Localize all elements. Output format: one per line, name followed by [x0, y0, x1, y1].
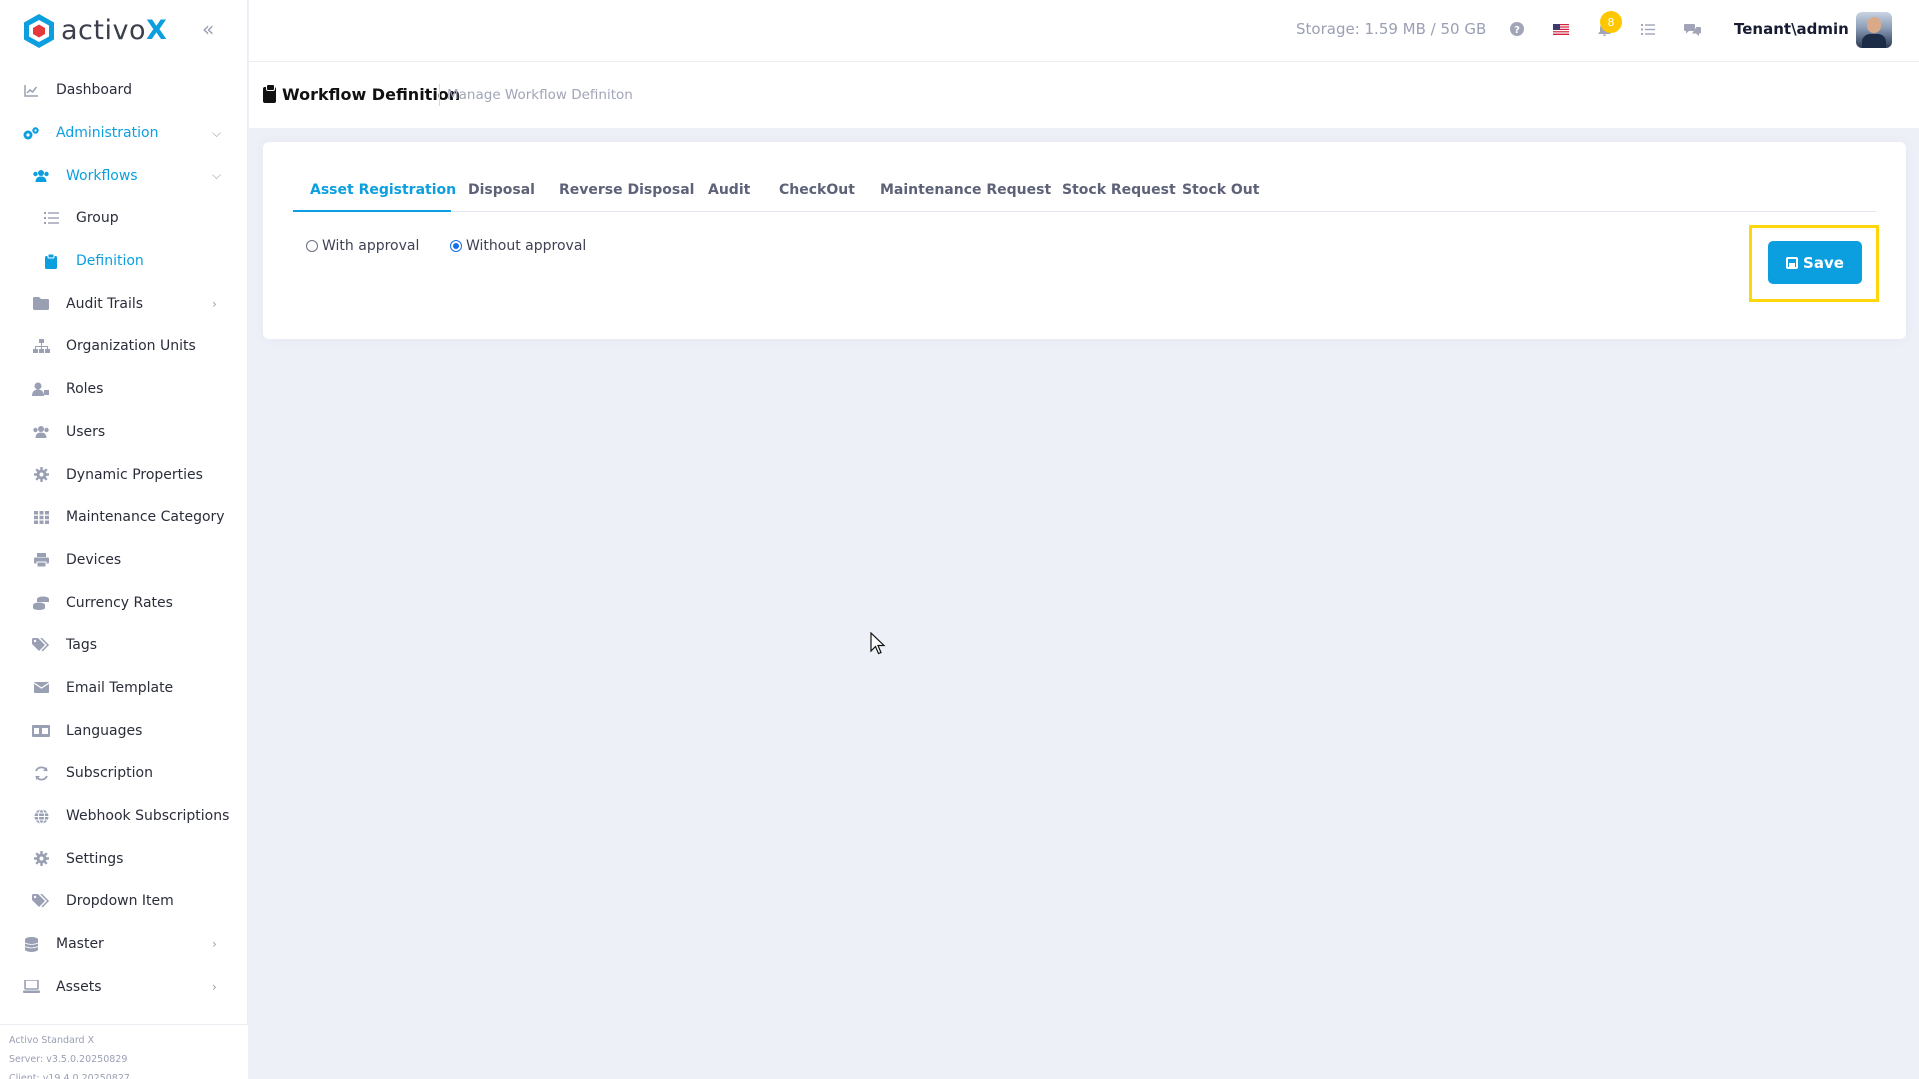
- sidebar-item-dynamic-properties[interactable]: Dynamic Properties: [0, 453, 247, 496]
- sidebar: activoX « Dashboard Administration ⌵ Wor…: [0, 0, 248, 1079]
- sidebar-item-administration[interactable]: Administration ⌵: [0, 112, 247, 155]
- floppy-disk-icon: [1786, 256, 1799, 269]
- sitemap-icon: [32, 338, 50, 354]
- sidebar-item-dropdown-item[interactable]: Dropdown Item: [0, 880, 247, 923]
- server-version: Server: v3.5.0.20250829: [9, 1054, 128, 1065]
- client-version: Client: v19.4.0.20250827: [9, 1073, 130, 1079]
- help-icon[interactable]: ?: [1506, 18, 1528, 40]
- tab-checkout[interactable]: CheckOut: [779, 170, 855, 212]
- brand-name: activoX: [61, 15, 168, 46]
- gears-icon: [22, 125, 40, 141]
- language-icon: [32, 723, 50, 739]
- tab-audit[interactable]: Audit: [708, 170, 750, 212]
- refresh-icon: [32, 765, 50, 781]
- sidebar-item-users[interactable]: Users: [0, 411, 247, 454]
- page-subtitle: Manage Workflow Definiton: [447, 87, 633, 103]
- sidebar-item-workflows[interactable]: Workflows ⌵: [0, 154, 247, 197]
- sidebar-item-master[interactable]: Master ›: [0, 923, 247, 966]
- globe-icon: [32, 808, 50, 824]
- grid-icon: [32, 509, 50, 525]
- envelope-icon: [32, 680, 50, 696]
- sidebar-item-email-template[interactable]: Email Template: [0, 667, 247, 710]
- folder-icon: [32, 296, 50, 312]
- page-title: Workflow Definition: [282, 85, 461, 104]
- printer-icon: [32, 552, 50, 568]
- with-approval-label: With approval: [322, 238, 420, 254]
- with-approval-radio[interactable]: [306, 240, 318, 252]
- gear-icon: [32, 851, 50, 867]
- tab-disposal[interactable]: Disposal: [468, 170, 535, 212]
- list-icon: [42, 210, 60, 226]
- top-header: Storage: 1.59 MB / 50 GB ? 8 Tenant\admi…: [249, 0, 1919, 62]
- avatar[interactable]: [1856, 12, 1892, 48]
- workflow-tabs: Asset Registration Disposal Reverse Disp…: [293, 170, 1876, 212]
- laptop-icon: [22, 979, 40, 995]
- task-list-icon[interactable]: [1637, 18, 1659, 40]
- chevron-right-icon: ›: [212, 937, 217, 952]
- chevron-right-icon: ›: [212, 979, 217, 994]
- notification-badge[interactable]: 8: [1600, 11, 1622, 33]
- chevron-down-icon: ⌵: [212, 125, 222, 140]
- without-approval-label: Without approval: [466, 238, 587, 254]
- gear-icon: [32, 467, 50, 483]
- chevron-right-icon: ›: [212, 296, 217, 311]
- save-button[interactable]: Save: [1768, 241, 1862, 284]
- current-user[interactable]: Tenant\admin: [1734, 20, 1849, 38]
- without-approval-radio[interactable]: [450, 240, 462, 252]
- chevron-down-icon: ⌵: [212, 168, 222, 183]
- clipboard-icon: [263, 84, 276, 103]
- sidebar-item-currency-rates[interactable]: Currency Rates: [0, 581, 247, 624]
- tab-asset-registration[interactable]: Asset Registration: [293, 170, 456, 212]
- storage-usage: Storage: 1.59 MB / 50 GB: [1296, 20, 1487, 38]
- brand[interactable]: activoX «: [0, 0, 247, 61]
- svg-text:?: ?: [1514, 25, 1520, 36]
- sidebar-item-webhook-subscriptions[interactable]: Webhook Subscriptions: [0, 795, 247, 838]
- version-info: Activo Standard X Server: v3.5.0.2025082…: [0, 1024, 248, 1079]
- workflow-definition-card: Asset Registration Disposal Reverse Disp…: [263, 142, 1906, 339]
- us-flag-icon[interactable]: [1550, 18, 1572, 40]
- sidebar-item-tags[interactable]: Tags: [0, 624, 247, 667]
- tab-stock-out[interactable]: Stock Out: [1182, 170, 1259, 212]
- user-tag-icon: [32, 381, 50, 397]
- sidebar-item-organization-units[interactable]: Organization Units: [0, 325, 247, 368]
- sidebar-item-languages[interactable]: Languages: [0, 709, 247, 752]
- sidebar-nav: Dashboard Administration ⌵ Workflows ⌵ G…: [0, 61, 247, 1008]
- tab-maintenance-request[interactable]: Maintenance Request: [880, 170, 1051, 212]
- chart-line-icon: [22, 82, 40, 98]
- title-separator: [439, 84, 440, 106]
- sidebar-item-roles[interactable]: Roles: [0, 368, 247, 411]
- activo-logo-icon: [24, 13, 54, 48]
- users-icon: [32, 168, 50, 184]
- without-approval-option[interactable]: Without approval: [450, 238, 586, 254]
- sidebar-item-maintenance-category[interactable]: Maintenance Category: [0, 496, 247, 539]
- tags-icon: [32, 893, 50, 909]
- database-icon: [22, 936, 40, 952]
- tab-reverse-disposal[interactable]: Reverse Disposal: [559, 170, 694, 212]
- sidebar-item-dashboard[interactable]: Dashboard: [0, 69, 247, 112]
- sidebar-item-subscription[interactable]: Subscription: [0, 752, 247, 795]
- sidebar-item-settings[interactable]: Settings: [0, 837, 247, 880]
- collapse-sidebar-icon[interactable]: «: [202, 18, 224, 40]
- save-label: Save: [1803, 253, 1844, 272]
- sidebar-item-definition[interactable]: Definition: [0, 240, 247, 283]
- coins-icon: [32, 595, 50, 611]
- sidebar-item-assets[interactable]: Assets ›: [0, 965, 247, 1008]
- clipboard-icon: [42, 253, 60, 269]
- sidebar-item-audit-trails[interactable]: Audit Trails ›: [0, 282, 247, 325]
- product-name: Activo Standard X: [9, 1035, 95, 1046]
- sidebar-item-group[interactable]: Group: [0, 197, 247, 240]
- with-approval-option[interactable]: With approval: [306, 238, 419, 254]
- sidebar-item-devices[interactable]: Devices: [0, 539, 247, 582]
- chat-icon[interactable]: [1681, 18, 1703, 40]
- tab-stock-request[interactable]: Stock Request: [1062, 170, 1176, 212]
- tags-icon: [32, 637, 50, 653]
- users-icon: [32, 424, 50, 440]
- mouse-cursor-icon: [870, 632, 886, 655]
- subheader: Workflow Definition Manage Workflow Defi…: [249, 62, 1919, 128]
